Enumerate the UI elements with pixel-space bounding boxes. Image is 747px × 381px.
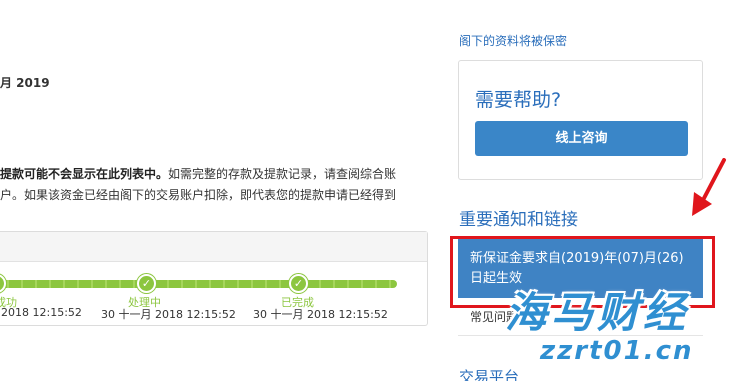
watermark-url: zzrt01.cn [540, 336, 694, 366]
notice-text-line2: 户。如果该资金已经由阁下的交易账户扣除，即代表您的提款申请已经得到 [0, 188, 397, 202]
step-time: 2018 12:15:52 [1, 306, 82, 319]
progress-bar-segment [0, 280, 141, 288]
notice-text-line1: 如需完整的存款及提款记录，请查阅综合账 [168, 167, 397, 181]
withdrawal-notice: 提款可能不会显示在此列表中。如需完整的存款及提款记录，请查阅综合账 户。如果该资… [0, 164, 432, 206]
notices-section-title: 重要通知和链接 [459, 210, 578, 230]
progress-bar-segment [141, 280, 293, 288]
tracker-body: ✓ ✓ ✓ 成功 处理中 已完成 2018 12:15:52 30 十一月 20… [0, 262, 427, 325]
progress-bar-segment [293, 280, 397, 288]
step-time: 30 十一月 2018 12:15:52 [253, 308, 388, 321]
check-icon: ✓ [137, 274, 156, 293]
help-box: 需要帮助? 线上咨询 [458, 60, 703, 180]
watermark-logo: 海马财经 [505, 288, 690, 337]
trading-platform-link[interactable]: 交易平台 [459, 366, 519, 381]
withdrawal-tracker: ✓ ✓ ✓ 成功 处理中 已完成 2018 12:15:52 30 十一月 20… [0, 231, 428, 326]
live-chat-button[interactable]: 线上咨询 [475, 121, 688, 156]
page-date-heading: 月 2019 [0, 76, 50, 90]
help-title: 需要帮助? [475, 89, 562, 111]
notice-bold-text: 提款可能不会显示在此列表中。 [0, 167, 169, 181]
step-time: 30 十一月 2018 12:15:52 [101, 308, 236, 321]
privacy-link[interactable]: 阁下的资料将被保密 [459, 32, 567, 49]
tracker-header [0, 232, 427, 262]
check-icon: ✓ [289, 274, 308, 293]
check-icon: ✓ [0, 274, 6, 293]
red-arrow-annotation [692, 158, 726, 216]
